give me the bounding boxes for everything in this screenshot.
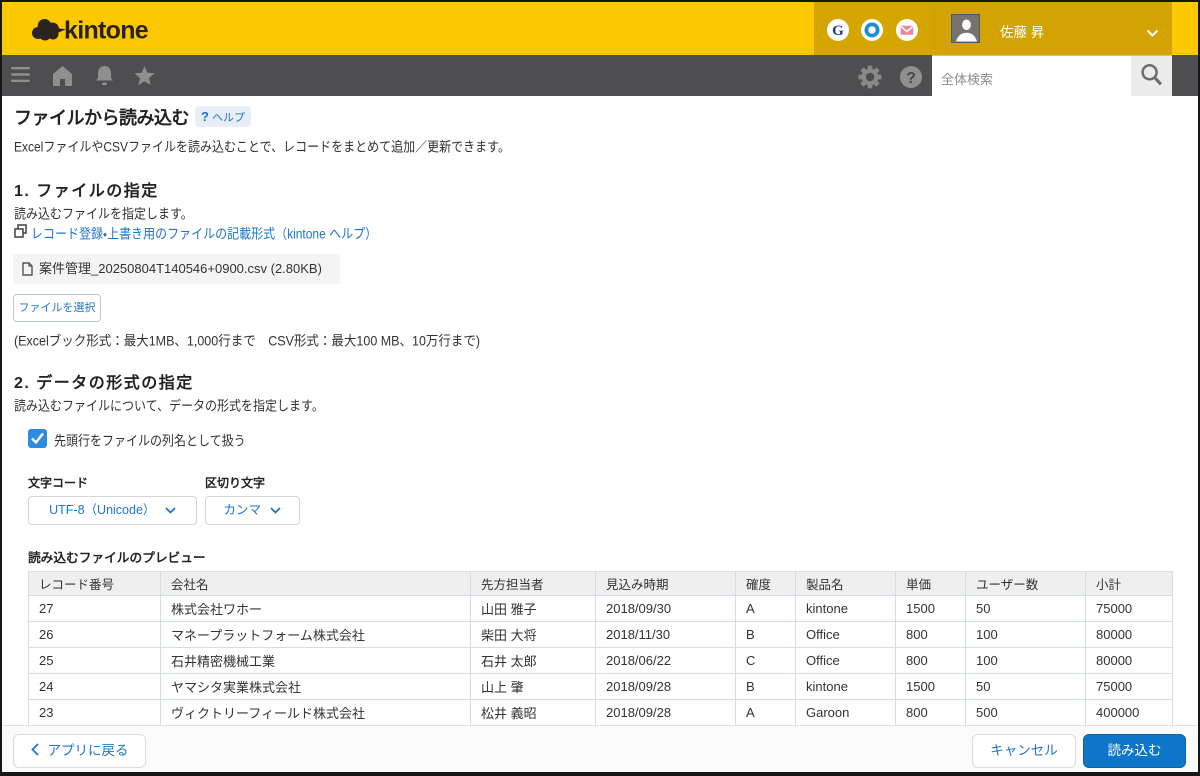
svg-text:kintone: kintone — [64, 17, 149, 45]
svg-text:?: ? — [906, 70, 916, 87]
svg-text:G: G — [832, 23, 844, 39]
